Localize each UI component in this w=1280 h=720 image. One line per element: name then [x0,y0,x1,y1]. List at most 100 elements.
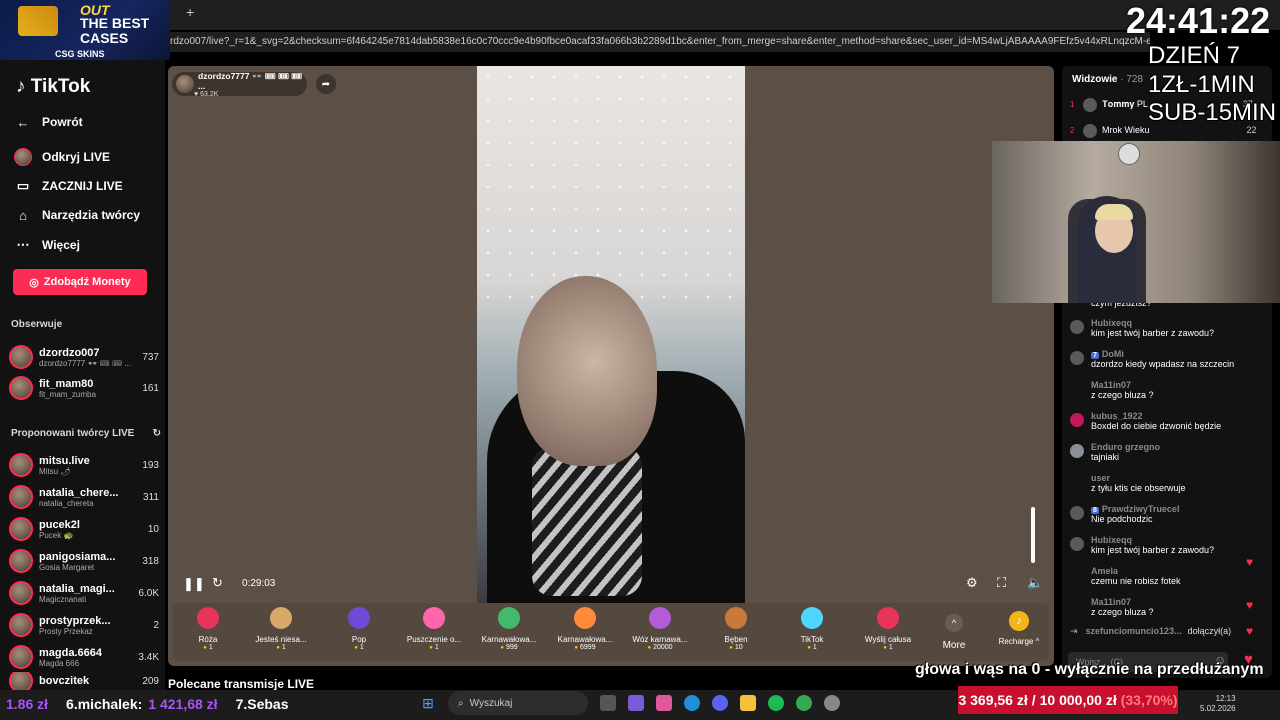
get-coins-button[interactable]: ◎ Zdobądź Monety [13,269,147,295]
join-text: dołączył(a) [1187,626,1232,636]
taskbar-search[interactable]: ⌕ Wyszukaj [448,691,588,715]
share-icon[interactable]: ➦ [316,74,336,94]
fullscreen-icon[interactable]: ⛶ [997,575,1006,591]
suggested-item[interactable]: prostyprzek... Prosty Przekaz 2 [9,610,159,640]
gift-item[interactable]: Jesteś niesa...1 [245,607,317,651]
goal-target: 10 000,00 zł [1039,692,1117,708]
back-link[interactable]: ← Powrót [14,113,83,131]
suggested-item[interactable]: magda.6664 Magda 666 3.4K [9,642,159,672]
chat-message[interactable]: kubus_1922 Boxdel do ciebie dzwonić będzi… [1070,411,1270,431]
following-item[interactable]: fit_mam80 fit_mam_zumba 161 [9,373,159,403]
username: natalia_chere... [39,486,119,499]
avatar [9,376,33,400]
suggested-item[interactable]: natalia_chere... natalia_chereta 311 [9,482,159,512]
gift-price: 6999 [549,644,621,651]
windows-start-icon[interactable]: ⊞ [420,695,436,711]
suggested-item[interactable]: pucek2l Pucek 🐢 10 [9,514,159,544]
host-avatar [176,75,194,93]
obs-icon[interactable] [824,695,840,711]
gift-item[interactable]: Wyślij całusa1 [852,607,924,651]
nav-creator-tools[interactable]: ⌂ Narzędzia twórcy [14,206,140,224]
store-icon[interactable] [628,695,644,711]
nav-start-live[interactable]: ▭ ZACZNIJ LIVE [14,177,123,195]
following-item[interactable]: dzordzo007 dzordzo7777 👓 🎟 🎟 ... 737 [9,342,159,372]
tiktok-logo[interactable]: ♪ TikTok [16,76,90,98]
viewer-count: 6.0K [138,587,159,599]
viewer-name: Mrok Wieku [1102,125,1150,135]
avatar [1070,351,1084,365]
home-icon: ⌂ [19,207,27,223]
gift-item[interactable]: Wóz karnawa...20000 [624,607,696,651]
live-video[interactable] [477,66,745,603]
more-gifts-button[interactable]: ^ More [939,612,969,651]
chrome-icon[interactable] [796,695,812,711]
chat-message[interactable]: Ma11in07 z czego bluza ? [1070,380,1270,400]
nav-label: Odkryj LIVE [42,150,111,164]
gift-item[interactable]: Karnawałowa...6999 [549,607,621,651]
avatar [1083,98,1097,112]
user-subtitle: Magda 666 [39,658,80,668]
goal-percent: (33,70%) [1120,692,1178,708]
recharge-button[interactable]: ♪ Recharge ^ [994,607,1044,646]
suggested-item[interactable]: mitsu.live Mitsu 🌶 193 [9,450,159,480]
discord-icon[interactable] [712,695,728,711]
address-bar[interactable]: rdzo007/live?_r=1&_svg=2&checksum=6f4642… [170,32,1150,52]
user-subtitle: Gosia Margaret [39,562,95,572]
avatar [9,549,33,573]
viewers-heading[interactable]: Widzowie · 728 [1072,74,1143,85]
chat-username: DoMi [1101,349,1124,359]
chat-message[interactable]: Hubixeqq kim jest twój barber z zawodu? [1070,318,1270,338]
chat-message[interactable]: Amela czemu nie robisz fotek [1070,566,1270,586]
pause-icon[interactable]: ❚❚ [183,576,205,592]
heart-icon: ♥ [1246,624,1254,638]
avatar [1070,320,1084,334]
gift-item[interactable]: Bęben10 [700,607,772,651]
chat-message[interactable]: Hubixeqq kim jest twój barber z zawodu? [1070,535,1270,555]
refresh-icon[interactable]: ↻ [153,428,161,439]
username: panigosiama... [39,550,116,563]
edge-icon[interactable] [684,695,700,711]
gift-price: 1 [852,644,924,651]
gift-item[interactable]: Karnawałowa...999 [473,607,545,651]
avatar [1070,537,1084,551]
gift-name: Puszczenie o... [406,635,462,644]
system-clock[interactable]: 12:13 5.02.2026 [1200,694,1236,714]
folder-icon[interactable] [740,695,756,711]
volume-icon[interactable]: 🔈 [1027,575,1043,591]
refresh-icon[interactable]: ↻ [212,575,223,591]
gift-item[interactable]: TikTok1 [776,607,848,651]
avatar [9,581,33,605]
spotify-icon[interactable] [768,695,784,711]
nav-discover-live[interactable]: Odkryj LIVE [14,148,110,166]
chat-message[interactable]: 8 PrawdziwyTruecel Nie podchodzic [1070,504,1270,524]
volume-slider[interactable] [1031,507,1035,563]
hamster-icon [270,607,292,629]
gift-name: Karnawałowa... [481,635,537,644]
username: prostyprzek... [39,614,111,627]
heart-gift-icon [423,607,445,629]
copilot-icon[interactable] [656,695,672,711]
host-info[interactable]: dzordzo7777 👓 🎟 🎟 🎟 ... ♥ 63.2K [172,71,307,98]
chat-message[interactable]: user z tyłu ktis cie obserwuje [1070,473,1270,493]
suggested-item[interactable]: natalia_magi... Magicznanati 6.0K [9,578,159,608]
viewer-name: 𝐓𝐨𝐦𝐦𝐲 PL [1102,98,1148,109]
gift-item[interactable]: Pop1 [323,607,395,651]
settings-icon[interactable]: ⚙ [966,575,978,591]
chat-message[interactable]: Enduro grzegno tajniaki [1070,442,1270,462]
viewer-count: 193 [142,459,159,471]
knife-icon [18,6,58,36]
suggested-item[interactable]: panigosiama... Gosia Margaret 318 [9,546,159,576]
task-view-icon[interactable] [600,695,616,711]
gift-item[interactable]: Róża1 [172,607,244,651]
gift-name: Karnawałowa... [557,635,613,644]
tiktok-logo-icon: ♪ [16,76,31,97]
viewer-count: 3.4K [138,651,159,663]
nav-label: Więcej [42,238,80,252]
suggested-item[interactable]: bovczitek 209 [9,672,159,690]
gift-item[interactable]: Puszczenie o...1 [398,607,470,651]
chat-username: Ma11in07 [1091,597,1132,607]
new-tab-button[interactable]: + [186,4,194,20]
chat-message[interactable]: 7 DoMi dzordzo kiedy wpadasz na szczecin [1070,349,1270,369]
chat-message[interactable]: Ma11in07 z czego bluza ? [1070,597,1270,617]
nav-more[interactable]: ⋯ Więcej [14,236,80,254]
